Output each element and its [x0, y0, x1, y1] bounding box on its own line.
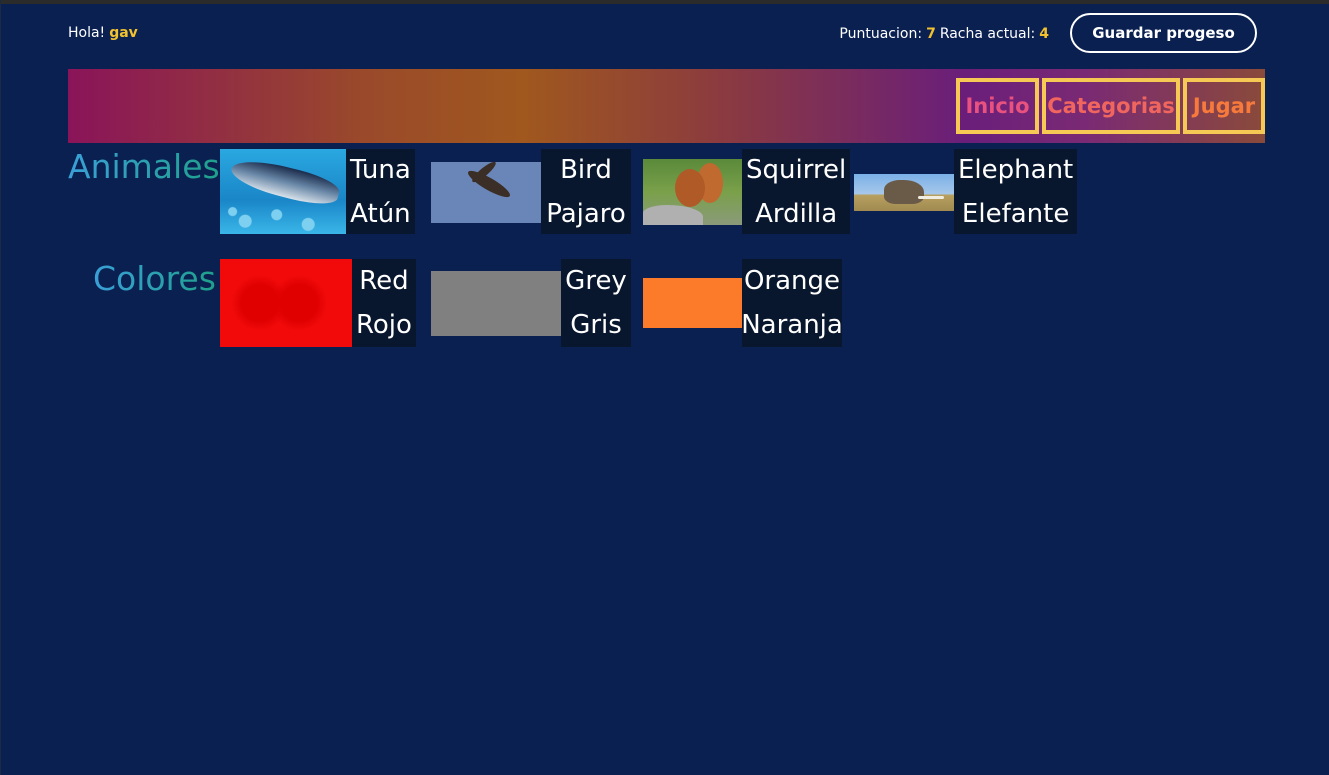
username: gav — [109, 25, 138, 41]
nav-categorias[interactable]: Categorias — [1042, 78, 1180, 134]
word-spanish: Naranja — [741, 310, 843, 340]
word-english: Elephant — [958, 154, 1074, 185]
word-pair: Squirrel Ardilla — [742, 149, 851, 234]
word-english: Orange — [743, 266, 841, 296]
score-status: Puntuacion: 7 Racha actual: 4 — [839, 26, 1053, 42]
word-spanish: Ardilla — [755, 198, 838, 229]
score-label: Puntuacion: — [839, 26, 923, 42]
category-title-colores: Colores — [93, 259, 216, 298]
word-spanish: Rojo — [356, 310, 412, 340]
word-card-grey[interactable]: Grey Gris — [431, 259, 631, 347]
orange-swatch — [643, 278, 742, 328]
word-spanish: Atún — [350, 198, 411, 229]
word-spanish: Pajaro — [546, 198, 626, 229]
word-card-red[interactable]: Red Rojo — [220, 259, 416, 347]
bird-image — [431, 159, 541, 223]
word-english: Bird — [560, 154, 612, 185]
word-pair: Tuna Atún — [346, 149, 415, 234]
nav-jugar[interactable]: Jugar — [1183, 78, 1265, 134]
streak-label: Racha actual: — [939, 26, 1036, 42]
tuna-image — [220, 149, 346, 234]
word-card-tuna[interactable]: Tuna Atún — [220, 149, 415, 234]
word-english: Tuna — [350, 154, 411, 185]
word-pair: Red Rojo — [352, 259, 416, 347]
grey-swatch — [431, 271, 561, 336]
word-pair: Grey Gris — [561, 259, 631, 347]
word-pair: Orange Naranja — [741, 259, 843, 347]
squirrel-image — [643, 159, 742, 225]
elephant-image — [854, 174, 954, 211]
word-english: Red — [359, 266, 409, 296]
greeting-text: Hola! — [68, 25, 106, 41]
main-nav: Inicio Categorias Jugar — [956, 78, 1265, 134]
word-card-squirrel[interactable]: Squirrel Ardilla — [643, 149, 851, 234]
word-spanish: Gris — [570, 310, 622, 340]
red-swatch — [220, 259, 352, 347]
word-english: Grey — [565, 266, 627, 296]
word-card-elephant[interactable]: Elephant Elefante — [854, 149, 1078, 234]
streak-value: 4 — [1039, 26, 1049, 42]
word-card-bird[interactable]: Bird Pajaro — [431, 149, 631, 234]
word-pair: Elephant Elefante — [954, 149, 1078, 234]
word-english: Squirrel — [746, 154, 847, 185]
word-card-orange[interactable]: Orange Naranja — [643, 259, 843, 347]
save-progress-button[interactable]: Guardar progeso — [1070, 13, 1257, 53]
score-value: 7 — [926, 26, 936, 42]
word-spanish: Elefante — [961, 198, 1070, 229]
word-pair: Bird Pajaro — [541, 149, 631, 234]
greeting: Hola! gav — [68, 25, 138, 41]
window-top-strip — [1, 0, 1329, 4]
nav-inicio[interactable]: Inicio — [956, 78, 1039, 134]
header-banner: Inicio Categorias Jugar — [68, 69, 1265, 143]
category-title-animales: Animales — [68, 147, 220, 186]
